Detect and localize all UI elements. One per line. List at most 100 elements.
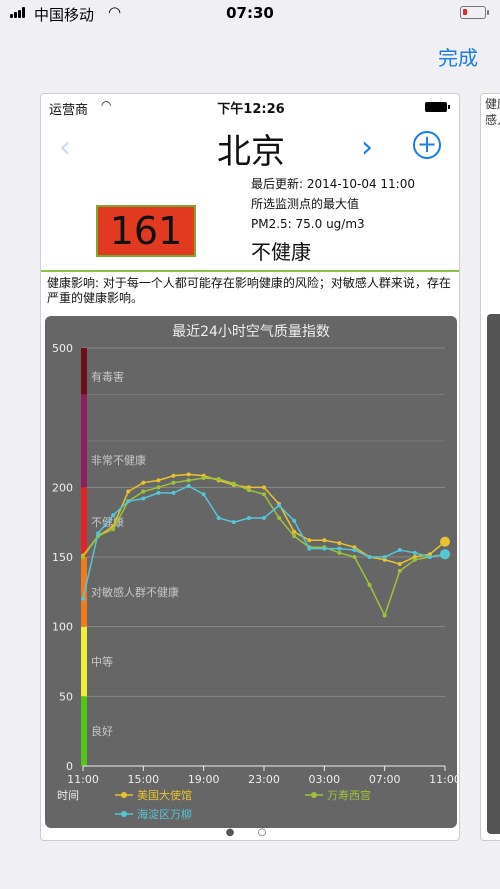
series-point — [440, 549, 450, 560]
series-point — [412, 557, 417, 562]
aqi-band-3 — [81, 487, 87, 557]
aqi-level-label: 不健康 — [251, 240, 311, 264]
station-meta: 最后更新: 2014-10-04 11:00 所选监测点的最大值 PM2.5: … — [251, 174, 415, 234]
series-point — [440, 536, 450, 547]
series-point — [186, 483, 191, 488]
series-point — [81, 555, 85, 559]
series-point — [141, 489, 146, 494]
series-point — [397, 568, 402, 573]
series-point — [337, 550, 342, 555]
series-point — [246, 488, 251, 493]
series-point — [216, 515, 221, 520]
series-point — [126, 499, 131, 504]
series-point — [382, 555, 387, 559]
peek-text: 健康 感人 — [485, 97, 500, 127]
peek-chart — [487, 314, 500, 834]
inner-status-bar: 运营商 ◠ 下午12:26 — [41, 94, 459, 118]
series-point — [427, 555, 432, 559]
y-tick-label: 150 — [52, 551, 73, 564]
series-point — [81, 596, 85, 601]
series-point — [111, 527, 116, 532]
city-card: 运营商 ◠ 下午12:26 ‹ 北京 › + 161 最后更新: 2014-10… — [40, 93, 460, 841]
x-tick-label: 19:00 — [188, 773, 220, 786]
add-city-plus-icon[interactable]: + — [413, 131, 441, 159]
series-point — [262, 485, 266, 490]
source-text: 所选监测点的最大值 — [251, 197, 360, 211]
divider — [41, 270, 459, 272]
series-point — [141, 496, 146, 501]
series-point — [307, 538, 312, 543]
health-impact-text: 健康影响: 对于每一个人都可能存在影响健康的风险；对敏感人群来说，存在严重的健康… — [47, 276, 451, 305]
series-point — [156, 490, 161, 495]
y-tick-label: 0 — [66, 760, 73, 773]
next-card-peek[interactable]: 健康 感人 — [480, 93, 500, 841]
inner-battery-icon — [425, 102, 450, 112]
legend-marker-0 — [121, 792, 127, 798]
series-point — [126, 489, 131, 494]
series-point — [262, 515, 266, 520]
series-point — [201, 476, 206, 481]
x-axis-label: 时间 — [57, 789, 79, 802]
status-time: 07:30 — [226, 4, 274, 22]
x-tick-label: 07:00 — [369, 773, 401, 786]
inner-status-time: 下午12:26 — [217, 102, 285, 117]
y-tick-label: 100 — [52, 621, 73, 634]
aqi-band-5 — [81, 348, 87, 395]
series-point — [231, 520, 236, 525]
series-point — [96, 531, 101, 536]
series-line-2 — [82, 485, 446, 599]
battery-icon — [460, 6, 489, 19]
legend-label-2: 海淀区万柳 — [137, 807, 192, 821]
pm25-text: PM2.5: 75.0 ug/m3 — [251, 217, 365, 231]
series-point — [412, 550, 417, 555]
series-point — [262, 492, 266, 497]
band-label: 良好 — [91, 724, 113, 738]
series-point — [186, 472, 191, 477]
x-tick-label: 15:00 — [127, 773, 159, 786]
series-point — [397, 548, 402, 553]
legend-label-0: 美国大使馆 — [137, 788, 192, 802]
aqi-chart-svg: 最近24小时空气质量指数050100150200500良好中等对敏感人群不健康不… — [52, 324, 457, 821]
series-point — [201, 492, 206, 497]
series-point — [337, 546, 342, 551]
series-point — [352, 555, 357, 559]
last-update-text: 最后更新: 2014-10-04 11:00 — [251, 177, 415, 191]
series-point — [231, 481, 236, 486]
series-point — [337, 541, 342, 546]
y-tick-label: 200 — [52, 481, 73, 494]
series-point — [322, 538, 327, 543]
series-point — [156, 485, 161, 490]
legend-marker-2 — [121, 811, 127, 817]
series-point — [292, 534, 297, 539]
series-point — [277, 503, 282, 508]
chart-title: 最近24小时空气质量指数 — [172, 324, 330, 340]
band-label: 中等 — [91, 655, 113, 669]
series-point — [171, 490, 176, 495]
next-city-chevron-icon[interactable]: › — [361, 130, 373, 165]
x-tick-label: 11:00 — [67, 773, 99, 786]
aqi-band-4 — [81, 394, 87, 488]
aqi-band-0 — [81, 696, 87, 766]
x-tick-label: 11:00 — [429, 773, 457, 786]
series-point — [397, 561, 402, 566]
y-tick-label: 50 — [59, 690, 73, 703]
legend-marker-1 — [311, 792, 317, 798]
series-point — [322, 546, 327, 551]
band-label: 非常不健康 — [91, 453, 146, 467]
series-point — [292, 518, 297, 523]
city-title: 北京 — [217, 132, 285, 172]
band-label: 有毒害 — [91, 370, 124, 384]
aqi-chart: 最近24小时空气质量指数 0 50 100 150 200 500 良好 中等 对敏感人群不健康不… — [45, 316, 457, 828]
series-point — [307, 546, 312, 551]
series-point — [156, 478, 161, 483]
series-point — [367, 555, 372, 559]
series-point — [367, 582, 372, 587]
y-tick-label: 500 — [52, 342, 73, 355]
legend-label-1: 万寿西宫 — [327, 788, 371, 802]
page-indicator[interactable]: ● ○ — [41, 827, 459, 838]
series-point — [216, 476, 221, 481]
done-button[interactable]: 完成 — [438, 42, 478, 71]
series-point — [171, 473, 176, 478]
aqi-value-badge: 161 — [96, 205, 196, 257]
series-point — [246, 515, 251, 520]
